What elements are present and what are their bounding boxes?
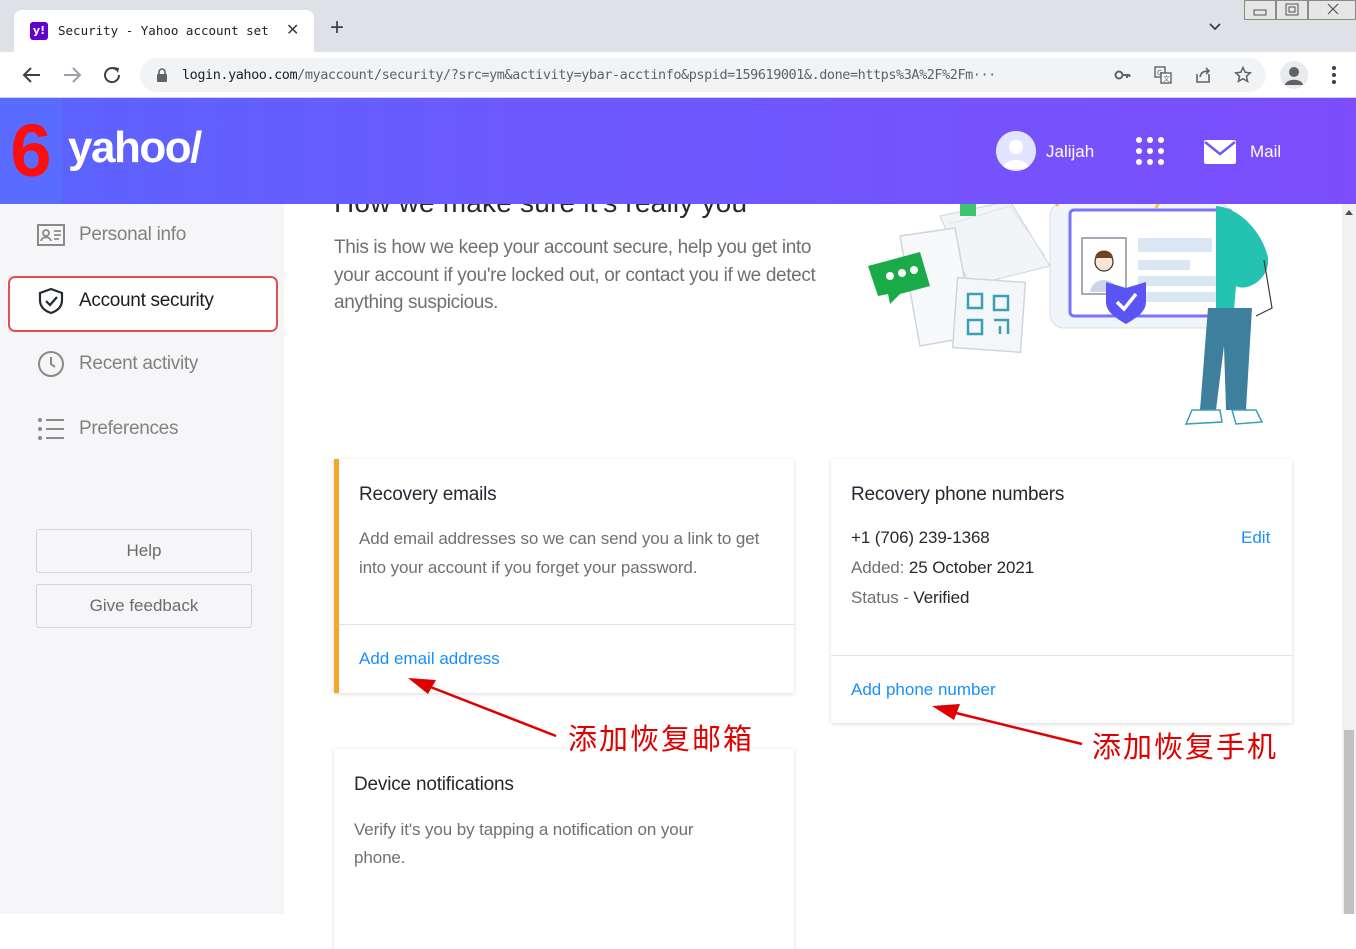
added-date: 25 October 2021: [908, 558, 1035, 577]
status-label: Status -: [851, 588, 909, 607]
step-number-badge: 6: [0, 98, 62, 204]
sidebar-item-label: Preferences: [79, 418, 179, 439]
id-card-icon: [36, 220, 66, 250]
sidebar: Personal info Account security Recent ac…: [0, 204, 284, 914]
profile-avatar-icon[interactable]: [1280, 61, 1308, 89]
edit-phone-link[interactable]: Edit: [1241, 528, 1270, 548]
device-notifications-title: Device notifications: [354, 774, 514, 795]
close-window-icon[interactable]: [1308, 0, 1356, 20]
yahoo-favicon-icon: y!: [30, 22, 48, 40]
recovery-phone-number: +1 (706) 239-1368: [851, 528, 990, 547]
minimize-window-icon[interactable]: [1244, 0, 1276, 20]
give-feedback-button[interactable]: Give feedback: [36, 584, 252, 628]
help-button[interactable]: Help: [36, 529, 252, 573]
sidebar-item-personal-info[interactable]: Personal info: [36, 215, 186, 255]
yahoo-logo[interactable]: yahoo/: [68, 123, 202, 173]
browser-tab-bar: y! Security - Yahoo account set ✕ +: [0, 0, 1356, 52]
avatar[interactable]: [996, 131, 1036, 171]
tab-search-chevron-icon[interactable]: [1208, 20, 1222, 34]
sidebar-item-account-security[interactable]: Account security: [36, 281, 214, 321]
translate-icon[interactable]: G文: [1154, 66, 1172, 84]
recovery-emails-card: Recovery emails Add email addresses so w…: [334, 459, 794, 693]
share-icon[interactable]: [1194, 66, 1212, 84]
url-host: login.yahoo.com: [182, 67, 298, 83]
apps-grid-icon[interactable]: [1134, 135, 1166, 167]
sidebar-item-recent-activity[interactable]: Recent activity: [36, 344, 198, 384]
svg-text:文: 文: [1163, 74, 1170, 83]
device-notifications-description: Verify it's you by tapping a notificatio…: [354, 820, 694, 867]
sidebar-item-preferences[interactable]: Preferences: [36, 409, 178, 449]
user-name[interactable]: Jalijah: [1046, 142, 1094, 162]
scrollbar-thumb[interactable]: [1344, 730, 1354, 914]
recovery-phones-title: Recovery phone numbers: [851, 484, 1065, 505]
list-icon: [36, 414, 66, 444]
card-divider: [831, 655, 1292, 656]
back-arrow-icon[interactable]: [20, 63, 44, 87]
close-tab-icon[interactable]: ✕: [286, 20, 299, 40]
scroll-up-icon[interactable]: [1345, 208, 1353, 216]
browser-toolbar: login.yahoo.com/myaccount/security/?src=…: [0, 52, 1356, 98]
add-recovery-email-callout: 添加恢复邮箱: [568, 722, 755, 756]
sidebar-item-label: Personal info: [79, 224, 187, 245]
device-notifications-card: Device notifications Verify it's you by …: [334, 749, 794, 949]
intro-text: This is how we keep your account secure,…: [334, 237, 816, 313]
bookmark-star-icon[interactable]: [1234, 66, 1252, 84]
added-label: Added:: [851, 558, 905, 577]
browser-tab[interactable]: y! Security - Yahoo account set ✕: [14, 10, 314, 52]
status-badge: Verified: [913, 588, 970, 607]
recovery-emails-title: Recovery emails: [359, 484, 497, 505]
svg-text:G: G: [1157, 69, 1162, 77]
tab-title: Security - Yahoo account set: [58, 23, 269, 38]
address-bar[interactable]: login.yahoo.com/myaccount/security/?src=…: [140, 58, 1266, 92]
sidebar-item-label: Recent activity: [79, 353, 199, 374]
browser-menu-icon[interactable]: [1326, 65, 1342, 85]
new-tab-icon[interactable]: +: [330, 16, 344, 40]
add-email-address-link[interactable]: Add email address: [359, 649, 500, 669]
url-path: /myaccount/security/?src=ym&activity=yba…: [297, 67, 996, 83]
key-icon[interactable]: [1114, 66, 1132, 84]
sidebar-item-label: Account security: [79, 290, 214, 311]
lock-icon[interactable]: [156, 68, 168, 82]
recovery-emails-description: Add email addresses so we can send you a…: [359, 529, 760, 577]
forward-arrow-icon[interactable]: [60, 63, 84, 87]
card-divider: [339, 624, 794, 625]
shield-check-icon: [36, 286, 66, 316]
url-text[interactable]: login.yahoo.com/myaccount/security/?src=…: [182, 67, 1102, 85]
restore-window-icon[interactable]: [1276, 0, 1308, 20]
phone-added-row: Added: 25 October 2021: [851, 553, 1034, 582]
mail-link[interactable]: Mail: [1250, 142, 1281, 162]
add-recovery-phone-callout: 添加恢复手机: [1092, 730, 1279, 764]
clock-icon: [36, 349, 66, 379]
phone-status-row: Status - Verified: [851, 583, 969, 612]
reload-icon[interactable]: [100, 63, 124, 87]
security-illustration: [868, 199, 1273, 425]
mail-envelope-icon[interactable]: [1204, 140, 1236, 164]
